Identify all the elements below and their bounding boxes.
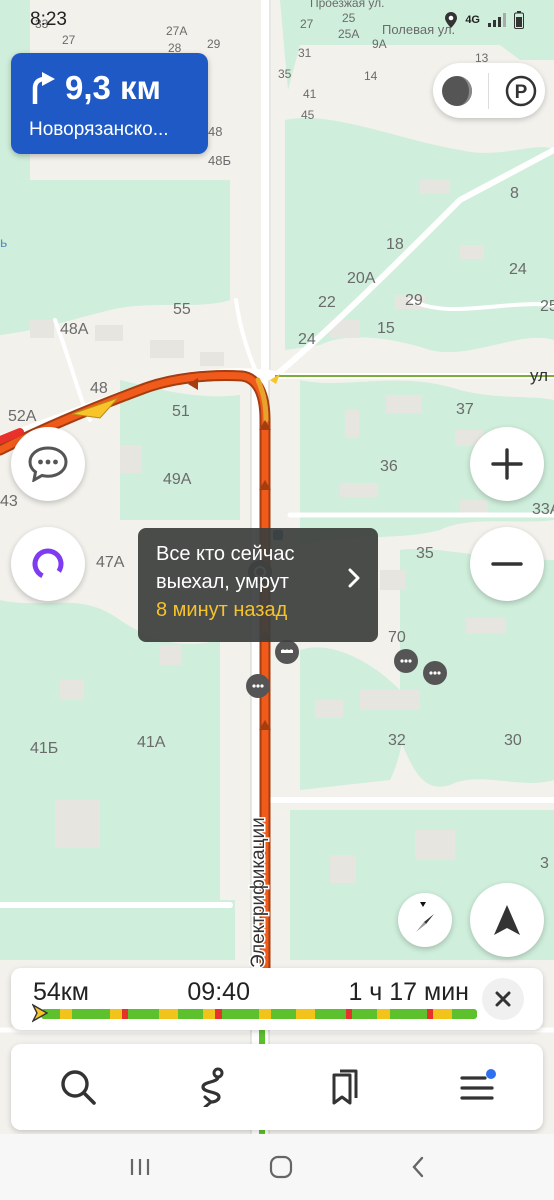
zoom-in-button[interactable] — [470, 427, 544, 501]
house-label: 48Б — [208, 153, 231, 168]
status-icons: 4G — [445, 11, 524, 29]
house-label: 52А — [8, 408, 37, 425]
house-label: 33А — [532, 501, 554, 518]
house-label: 18 — [386, 236, 404, 253]
toast-message: Все кто сейчас выехал, умрут — [156, 543, 295, 593]
house-label: 22 — [318, 294, 336, 311]
house-label: 20А — [347, 270, 376, 287]
close-icon — [495, 991, 511, 1007]
system-navigation-bar — [0, 1134, 554, 1200]
close-route-button[interactable] — [482, 978, 524, 1020]
house-label: 14 — [364, 69, 378, 83]
bottom-tab-bar — [11, 1044, 543, 1130]
search-icon — [60, 1070, 96, 1105]
recent-apps-icon[interactable] — [129, 1157, 151, 1177]
signal-icon — [488, 13, 506, 27]
house-label: 24 — [298, 331, 316, 348]
tab-search[interactable] — [48, 1057, 108, 1117]
route-icon — [200, 1067, 223, 1107]
status-bar: 8:23 4G — [0, 0, 554, 40]
road-event-toast[interactable]: Все кто сейчас выехал, умрут 8 минут наз… — [138, 528, 378, 642]
position-arrow-icon — [32, 1003, 48, 1023]
traffic-progress-bar — [41, 1009, 477, 1019]
house-label: 48 — [90, 380, 108, 397]
chat-pin — [423, 661, 447, 685]
house-label: 37 — [456, 401, 474, 418]
maneuver-card[interactable]: 9,3 км Новорязанско... — [11, 53, 208, 154]
turn-right-icon — [32, 72, 55, 104]
house-label: 35 — [278, 67, 292, 81]
home-icon[interactable] — [269, 1155, 293, 1179]
house-label: 49А — [163, 471, 192, 488]
house-label: 48А — [60, 321, 89, 338]
house-label: 45 — [301, 108, 315, 122]
parking-icon[interactable]: P — [504, 74, 538, 108]
plus-icon — [491, 448, 523, 480]
route-stats: 54км 09:40 1 ч 17 мин — [33, 978, 469, 1007]
tab-route[interactable] — [181, 1057, 241, 1117]
house-label: 70 — [388, 629, 406, 646]
minus-icon — [491, 562, 523, 566]
house-label: 24 — [509, 261, 527, 278]
chat-pin — [246, 674, 270, 698]
chat-pin — [394, 649, 418, 673]
alice-icon — [32, 548, 64, 580]
svg-text:P: P — [514, 82, 527, 103]
maneuver-distance: 9,3 км — [65, 69, 161, 106]
chat-pin — [275, 640, 299, 664]
alice-voice-button[interactable] — [11, 527, 85, 601]
battery-icon — [514, 11, 524, 29]
tab-menu[interactable] — [447, 1057, 507, 1117]
house-label: 35 — [416, 545, 434, 562]
house-label: 29 — [405, 292, 423, 309]
network-type: 4G — [465, 14, 480, 26]
street-label-right: ул — [530, 366, 548, 385]
zoom-out-button[interactable] — [470, 527, 544, 601]
house-label: 25 — [540, 298, 554, 315]
bookmarks-icon — [332, 1069, 357, 1105]
compass-icon — [416, 902, 434, 932]
control-separator — [488, 72, 490, 109]
house-label: 51 — [172, 403, 190, 420]
chat-button[interactable] — [11, 427, 85, 501]
chevron-right-icon — [348, 568, 360, 588]
house-label: 31 — [298, 46, 312, 60]
maneuver-street: Новорязанско... — [29, 119, 169, 140]
locate-button[interactable] — [470, 883, 544, 957]
house-label: 15 — [377, 320, 395, 337]
compass-button[interactable] — [398, 893, 452, 947]
back-icon[interactable] — [411, 1156, 425, 1178]
house-label: 36 — [380, 458, 398, 475]
chat-icon — [28, 446, 68, 482]
tab-bookmarks[interactable] — [314, 1057, 374, 1117]
navigation-arrow-icon — [494, 905, 520, 935]
map-layers-control: P — [433, 63, 545, 118]
house-label: 8 — [510, 185, 519, 202]
house-label: 47А — [96, 554, 125, 571]
house-label: 3 — [540, 855, 549, 872]
road-name-label: Электрификации — [248, 817, 269, 968]
house-label: 48 — [208, 124, 222, 139]
house-label: 41А — [137, 734, 166, 751]
house-label: 30 — [504, 732, 522, 749]
house-label: 55 — [173, 301, 191, 318]
arrival-time: 09:40 — [187, 978, 250, 1006]
house-label: 43 — [0, 493, 18, 510]
status-time: 8:23 — [30, 9, 67, 30]
route-duration: 1 ч 17 мин — [348, 978, 469, 1006]
house-label: 41Б — [30, 740, 58, 757]
map-edge-label: ь — [0, 234, 7, 250]
menu-icon — [459, 1069, 496, 1100]
house-label: 32 — [388, 732, 406, 749]
location-icon — [445, 12, 458, 28]
house-label: 41 — [303, 87, 317, 101]
route-summary-panel[interactable]: 54км 09:40 1 ч 17 мин — [11, 968, 543, 1030]
traffic-light-icon[interactable] — [440, 74, 474, 108]
toast-time-ago: 8 минут назад — [156, 599, 288, 621]
